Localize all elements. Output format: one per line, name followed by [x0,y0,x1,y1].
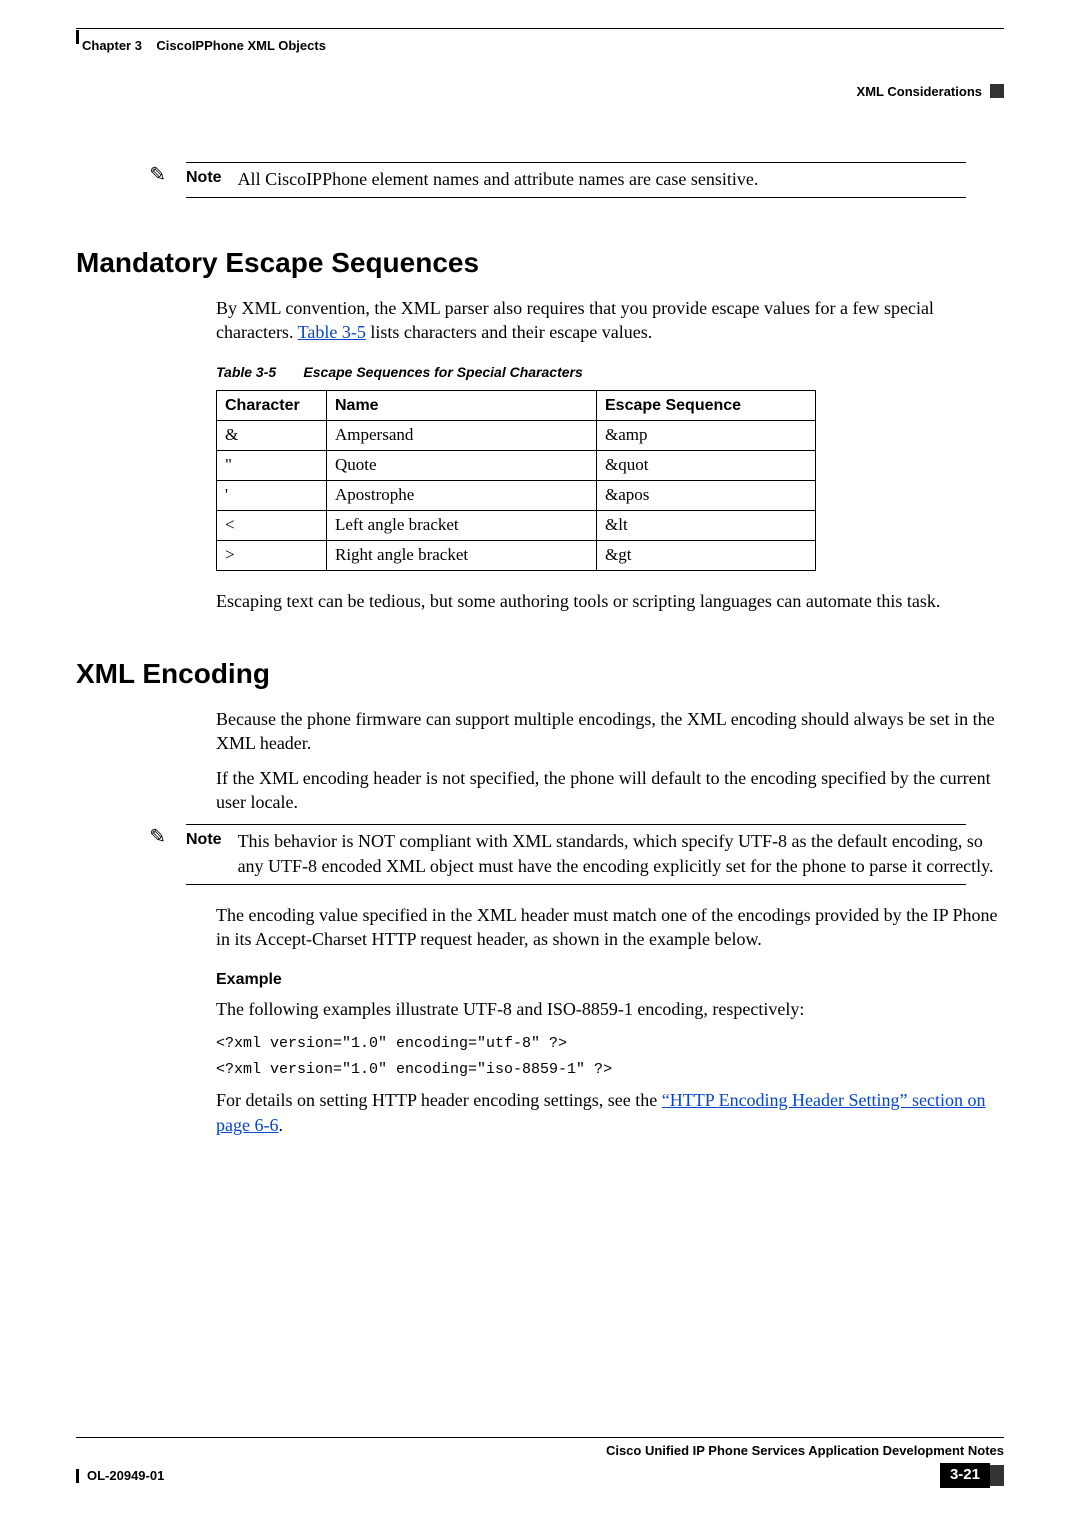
note-block-2: ✎ Note This behavior is NOT compliant wi… [76,824,1004,889]
code-block: <?xml version="1.0" encoding="utf-8" ?> … [216,1031,1004,1082]
section2-p3: The encoding value specified in the XML … [216,903,1000,952]
section2-p2: If the XML encoding header is not specif… [216,766,1000,815]
intro-post: lists characters and their escape values… [366,322,652,342]
cell-seq: &quot [597,451,816,481]
th-name: Name [327,390,597,421]
cell-seq: &gt [597,541,816,571]
escape-sequence-table: Character Name Escape Sequence & Ampersa… [216,390,816,571]
table-row: > Right angle bracket &gt [217,541,816,571]
cell-char: & [217,421,327,451]
chapter-title: CiscoIPPhone XML Objects [156,38,326,53]
th-character: Character [217,390,327,421]
chapter-label: Chapter 3 [82,38,142,53]
table-row: ' Apostrophe &apos [217,481,816,511]
page-footer: Cisco Unified IP Phone Services Applicat… [76,1437,1004,1488]
cell-name: Left angle bracket [327,511,597,541]
table-row: " Quote &quot [217,451,816,481]
footer-book-title: Cisco Unified IP Phone Services Applicat… [606,1442,1004,1460]
table-3-5-link[interactable]: Table 3-5 [298,322,366,342]
footer-left-bar [76,1469,79,1483]
note-label: Note [186,167,222,189]
cell-seq: &amp [597,421,816,451]
page-number: 3-21 [940,1463,990,1487]
table-row: & Ampersand &amp [217,421,816,451]
cell-name: Ampersand [327,421,597,451]
cell-char: < [217,511,327,541]
pencil-icon: ✎ [149,162,166,189]
page-trail-icon [990,1465,1004,1486]
table-caption-num: Table 3-5 [216,364,276,380]
cell-name: Right angle bracket [327,541,597,571]
note-label: Note [186,829,222,851]
section1-outro: Escaping text can be tedious, but some a… [216,589,1000,613]
cell-char: ' [217,481,327,511]
pencil-icon: ✎ [149,824,166,851]
table-row: < Left angle bracket &lt [217,511,816,541]
cell-char: > [217,541,327,571]
example-heading: Example [216,969,1004,991]
table-caption-title: Escape Sequences for Special Characters [303,364,582,380]
section2-p1: Because the phone firmware can support m… [216,707,1000,756]
cell-seq: &lt [597,511,816,541]
section1-intro: By XML convention, the XML parser also r… [216,296,1000,345]
header-subsection: XML Considerations [857,83,982,101]
note-block-1: ✎ Note All CiscoIPPhone element names an… [76,162,1004,202]
footer-docnum: OL-20949-01 [87,1467,164,1485]
section2-p4: For details on setting HTTP header encod… [216,1088,1000,1137]
header-square-icon [990,84,1004,98]
heading-xml-encoding: XML Encoding [76,655,1004,693]
header-left-bar [76,30,79,44]
header-rule [76,28,1004,29]
running-header: Chapter 3 CiscoIPPhone XML Objects [76,35,1004,55]
cell-name: Quote [327,451,597,481]
p4-post: . [278,1115,283,1135]
cell-seq: &apos [597,481,816,511]
note-text: All CiscoIPPhone element names and attri… [238,167,1004,191]
p4-pre: For details on setting HTTP header encod… [216,1090,662,1110]
heading-mandatory-escape: Mandatory Escape Sequences [76,244,1004,282]
th-escape: Escape Sequence [597,390,816,421]
cell-char: " [217,451,327,481]
example-intro: The following examples illustrate UTF-8 … [216,997,1000,1021]
note-text: This behavior is NOT compliant with XML … [238,829,1004,878]
table-caption: Table 3-5 Escape Sequences for Special C… [216,363,1004,382]
cell-name: Apostrophe [327,481,597,511]
